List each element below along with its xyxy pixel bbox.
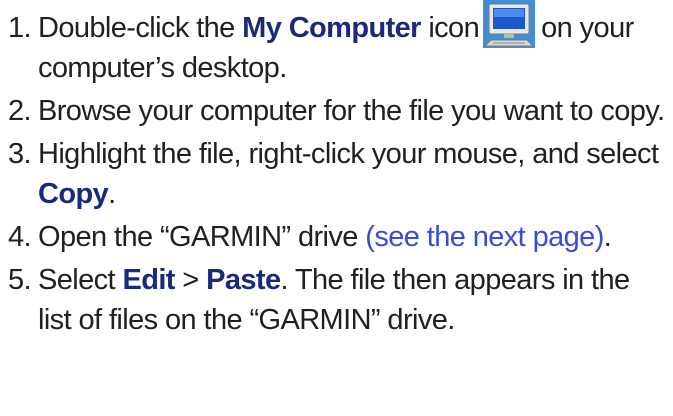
copy-label: Copy: [38, 178, 109, 211]
step-number: 3.: [8, 138, 32, 171]
edit-label: Edit: [122, 264, 175, 297]
next-page-link[interactable]: (see the next page): [365, 221, 604, 253]
step-number: 1.: [8, 12, 32, 44]
step-text: .: [603, 221, 612, 254]
step-number: 5.: [8, 264, 32, 297]
instruction-steps: 1. Double-click the My Computer icon on y…: [8, 0, 668, 340]
step-2: 2. Browse your computer for the file you …: [8, 91, 668, 131]
step-text: Select: [38, 264, 123, 297]
paste-label: Paste: [206, 264, 281, 297]
my-computer-label: My Computer: [242, 12, 421, 44]
step-text: Double-click the: [38, 12, 243, 44]
step-4: 4. Open the “GARMIN” drive (see the next …: [8, 217, 668, 257]
step-text: Highlight the file, right-click your mou…: [38, 138, 659, 171]
step-text: icon: [420, 12, 480, 44]
step-number: 4.: [8, 221, 32, 254]
step-5: 5. Select Edit > Paste. The file then app…: [8, 260, 668, 340]
step-text: >: [174, 264, 207, 297]
step-1: 1. Double-click the My Computer icon on y…: [8, 0, 668, 88]
step-text: Browse your computer for the file you wa…: [38, 95, 665, 128]
step-text: .: [108, 178, 116, 211]
step-3: 3. Highlight the file, right-click your m…: [8, 134, 668, 214]
my-computer-icon: [483, 0, 536, 49]
step-text: Open the “GARMIN” drive: [38, 221, 366, 254]
step-number: 2.: [8, 95, 32, 128]
